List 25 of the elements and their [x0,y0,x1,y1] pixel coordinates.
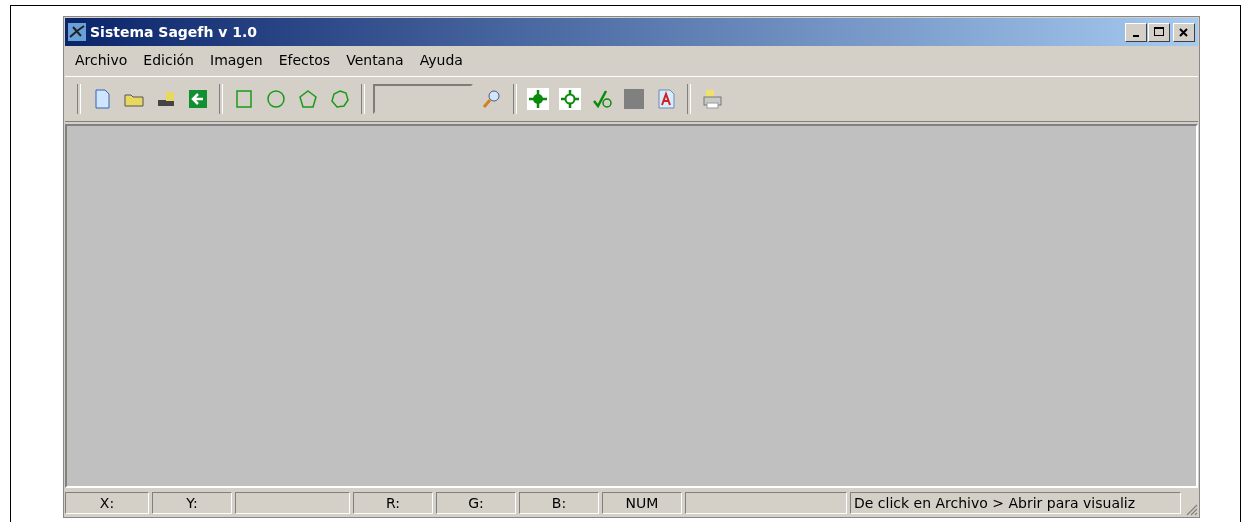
menu-item[interactable]: Imagen [202,50,271,70]
app-icon [68,23,86,41]
menu-item[interactable]: Ventana [338,50,412,70]
window-title: Sistema Sagefh v 1.0 [90,24,259,40]
close-icon [1179,27,1189,37]
close-button[interactable] [1173,22,1195,42]
filled-square-icon[interactable] [621,86,647,112]
resize-grip-icon[interactable] [1184,502,1198,516]
status-panel: G: [436,492,516,514]
status-panel: B: [519,492,599,514]
maximize-icon [1153,27,1165,37]
menu-item[interactable]: Archivo [67,50,136,70]
menu-item[interactable]: Efectos [270,50,339,70]
status-panel: NUM [602,492,682,514]
menu-item[interactable]: Ayuda [411,50,471,70]
status-panel: X: [65,492,149,514]
crosshair-icon[interactable] [557,86,583,112]
status-panel: Y: [152,492,232,514]
minimize-button[interactable] [1125,22,1147,42]
status-panel: R: [353,492,433,514]
minimize-icon [1133,34,1139,37]
maximize-button[interactable] [1148,22,1170,42]
status-panel: De click en Archivo > Abrir para visualiz [850,492,1181,514]
menu-item[interactable]: Edición [135,50,202,70]
crosshair-icon[interactable] [525,86,551,112]
